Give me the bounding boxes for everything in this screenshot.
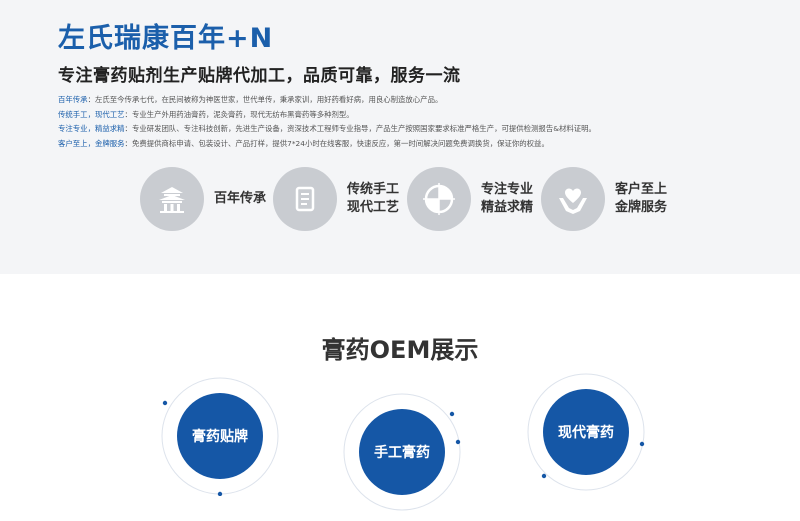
intro-section: 左氏瑞康百年+N 专注膏药贴剂生产贴牌代加工，品质可靠，服务一流 百年传承：左氏… [0, 0, 800, 274]
temple-icon [140, 167, 204, 231]
description-key: 客户至上，金牌服务 [58, 138, 125, 148]
feature-label: 百年传承 [214, 191, 267, 206]
feature-row: 百年传承 传统手工 现代工艺 专注专业 精益求精 客户至上 金牌服务 [140, 167, 700, 233]
description-item: 客户至上，金牌服务：免费提供商标申请、包装设计、产品打样，提供7*24小时在线客… [58, 138, 549, 148]
headline: 专注膏药贴剂生产贴牌代加工，品质可靠，服务一流 [58, 66, 461, 86]
feature-label: 传统手工 现代工艺 [347, 182, 400, 215]
description-text: 免费提供商标申请、包装设计、产品打样，提供7*24小时在线客服，快速反应，第一时… [131, 138, 549, 148]
description-text: 左氏至今传承七代，在民间被称为神医世家，世代单传，秉承家训，用好药看好病，用良心… [94, 95, 443, 104]
oem-label: 膏药贴牌 [177, 393, 263, 479]
heart-hands-icon [541, 167, 605, 231]
oem-section-title: 膏药OEM展示 [321, 336, 479, 364]
feature-label: 客户至上 金牌服务 [615, 182, 668, 215]
brand-title: 左氏瑞康百年+N [58, 23, 274, 54]
description-item: 专注专业，精益求精：专业研发团队、专注科技创新，先进生产设备，资深技术工程师专业… [58, 124, 596, 133]
description-item: 百年传承：左氏至今传承七代，在民间被称为神医世家，世代单传，秉承家训，用好药看好… [58, 95, 443, 104]
description-item: 传统手工，现代工艺：专业生产外用药油膏药，泥灸膏药，现代无纺布黑膏药等多种剂型。 [58, 109, 354, 119]
oem-label: 手工膏药 [359, 409, 445, 495]
description-key: 传统手工，现代工艺 [58, 109, 125, 119]
description-key: 专注专业，精益求精 [58, 124, 125, 133]
oem-item-brand-label[interactable]: 膏药贴牌 [160, 376, 280, 496]
feature-label: 专注专业 精益求精 [481, 182, 534, 215]
oem-label: 现代膏药 [543, 389, 629, 475]
oem-item-modern[interactable]: 现代膏药 [526, 372, 646, 492]
scroll-icon [273, 167, 337, 231]
oem-item-handmade[interactable]: 手工膏药 [342, 392, 462, 512]
description-text: 专业研发团队、专注科技创新，先进生产设备，资深技术工程师专业指导，产品生产按照国… [131, 124, 596, 133]
description-key: 百年传承 [58, 95, 88, 104]
description-text: 专业生产外用药油膏药，泥灸膏药，现代无纺布黑膏药等多种剂型。 [131, 109, 354, 119]
description-list: 百年传承：左氏至今传承七代，在民间被称为神医世家，世代单传，秉承家训，用好药看好… [58, 93, 758, 151]
target-icon [407, 167, 471, 231]
